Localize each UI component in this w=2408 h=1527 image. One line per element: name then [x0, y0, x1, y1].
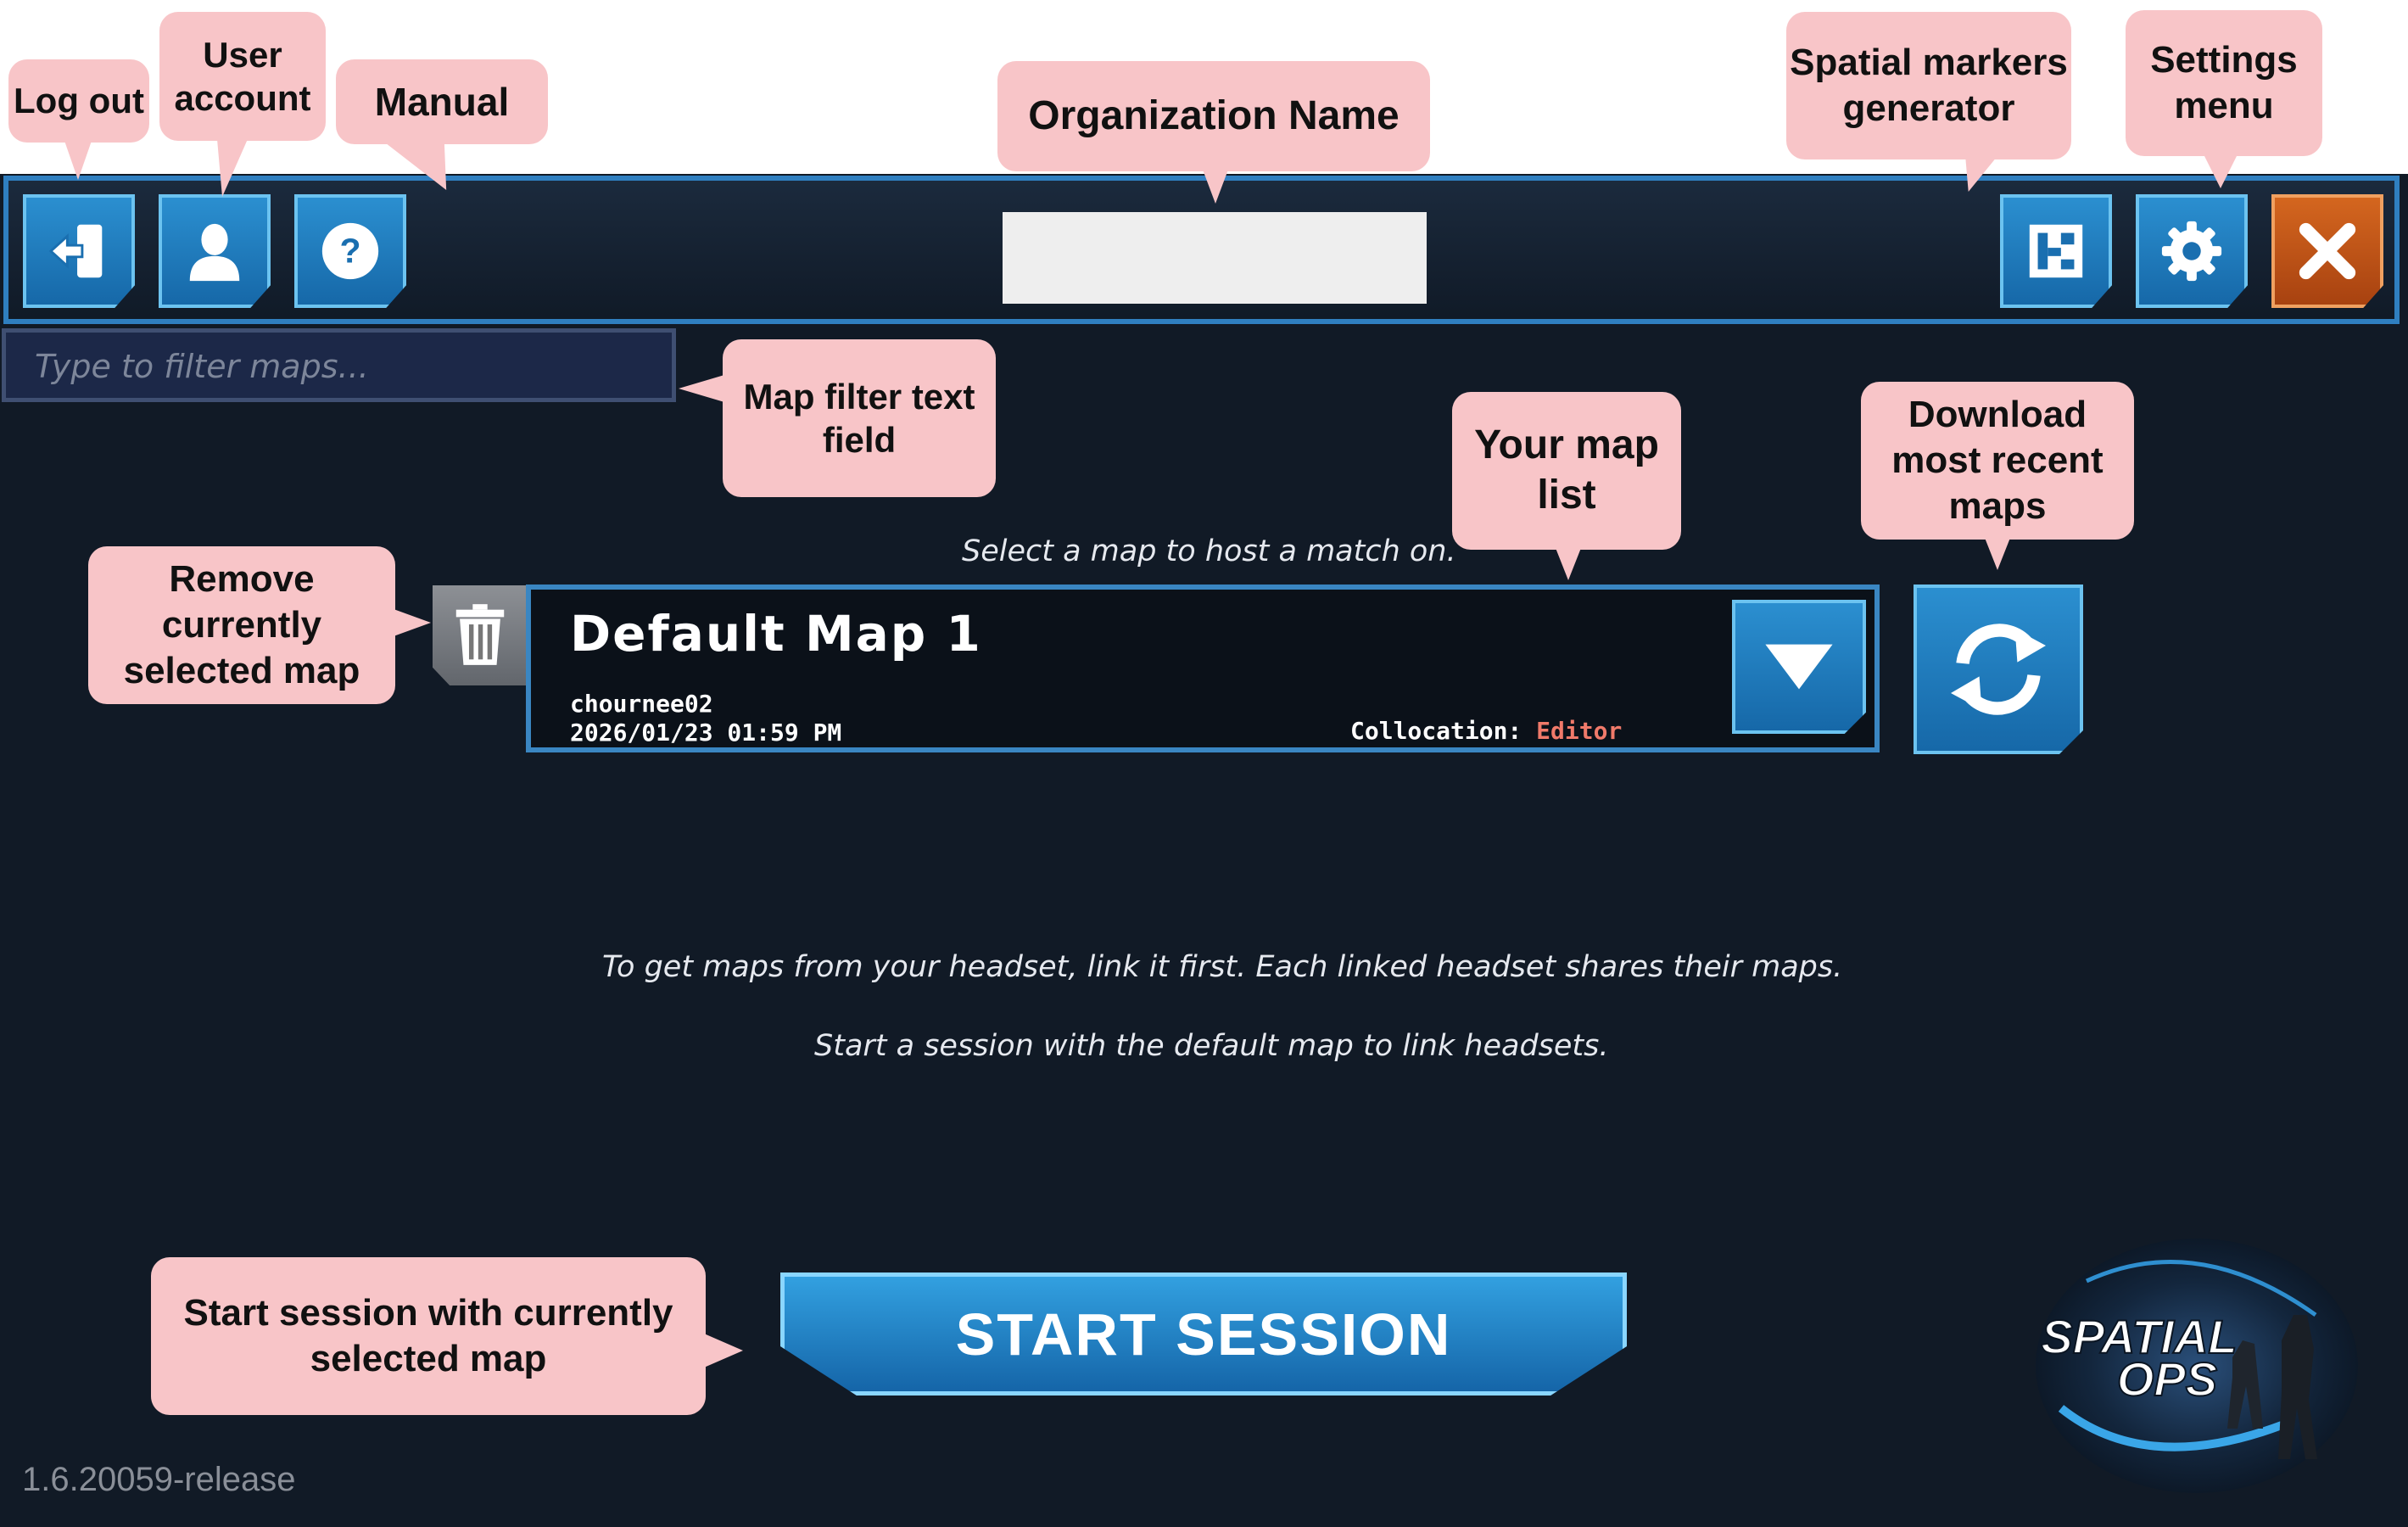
callout-manual-text: Manual: [374, 79, 510, 124]
callout-filter-text-1: Map filter text: [743, 376, 975, 417]
download-maps-button[interactable]: [1914, 585, 2083, 754]
callout-spatial-markers: Spatial markers generator: [1786, 12, 2071, 159]
map-dropdown-button[interactable]: [1732, 600, 1866, 734]
spatial-marker-icon: [2029, 224, 2083, 278]
map-filter-input[interactable]: Type to filter maps...: [2, 328, 676, 402]
callout-user-text-1: User: [203, 34, 282, 75]
callout-remove-text-1: Remove: [169, 558, 315, 601]
callout-maplist-text-2: list: [1537, 473, 1596, 517]
info-line-1: To get maps from your headset, link it f…: [602, 950, 1843, 984]
callout-settings-pointer: [2204, 154, 2238, 188]
callout-filter-text-2: field: [822, 420, 897, 460]
refresh-icon: [1951, 624, 2046, 715]
collocation-value: Editor: [1536, 717, 1623, 745]
chevron-down-icon: [1765, 644, 1833, 690]
callout-download-text-3: maps: [1948, 484, 2047, 527]
close-x-icon: [2299, 222, 2356, 280]
version-label: 1.6.20059-release: [22, 1461, 296, 1498]
user-icon: [189, 223, 240, 282]
callout-start-text-2: selected map: [310, 1338, 547, 1379]
callout-maplist-pointer: [1556, 548, 1581, 580]
collocation-label: Collocation:: [1350, 717, 1522, 745]
organization-name-field: [1003, 212, 1427, 304]
svg-text:?: ?: [339, 232, 360, 271]
logout-button[interactable]: [23, 194, 135, 308]
callout-settings-text-2: menu: [2174, 85, 2274, 126]
callout-markers-text-1: Spatial markers: [1790, 42, 2068, 84]
info-line-2: Start a session with the default map to …: [814, 1029, 1609, 1063]
question-icon: ?: [321, 222, 379, 280]
map-date: 2026/01/23 01:59 PM: [570, 719, 842, 747]
callout-logout-text: Log out: [14, 81, 144, 121]
callout-user-account: User account: [159, 12, 326, 141]
select-map-prompt: Select a map to host a match on.: [962, 534, 1456, 568]
map-collocation: Collocation: Editor: [1350, 717, 1622, 745]
callout-manual: Manual: [336, 59, 548, 144]
svg-text:OPS: OPS: [2117, 1352, 2217, 1406]
callout-remove-map: Remove currently selected map: [88, 546, 395, 704]
callout-start-session: Start session with currently selected ma…: [151, 1257, 706, 1415]
callout-org-pointer: [1203, 170, 1228, 204]
callout-user-text-2: account: [174, 78, 311, 118]
callout-settings-text-1: Settings: [2150, 39, 2298, 81]
callout-remove-text-2: currently: [161, 604, 322, 646]
callout-download-maps: Download most recent maps: [1861, 382, 2134, 540]
close-button[interactable]: [2271, 194, 2383, 308]
callout-logout-pointer: [64, 141, 92, 180]
callout-start-pointer: [704, 1334, 743, 1368]
map-filter-placeholder: Type to filter maps...: [35, 348, 369, 385]
map-list-selector[interactable]: Default Map 1 chournee02 2026/01/23 01:5…: [526, 585, 1880, 752]
callout-markers-text-2: generator: [1842, 87, 2015, 129]
callout-logout: Log out: [8, 59, 149, 143]
user-account-button[interactable]: [159, 194, 271, 308]
callout-remove-pointer: [394, 609, 431, 636]
callout-map-filter: Map filter text field: [723, 339, 996, 497]
callout-maplist-text-1: Your map: [1474, 422, 1659, 468]
spatial-ops-logo: SPATIAL OPS: [2002, 1222, 2358, 1502]
callout-download-pointer: [1985, 538, 2010, 570]
callout-remove-text-3: selected map: [123, 649, 360, 691]
settings-button[interactable]: [2136, 194, 2248, 308]
callout-map-list: Your map list: [1452, 392, 1681, 550]
manual-button[interactable]: ?: [294, 194, 406, 308]
callout-download-text-2: most recent: [1891, 439, 2104, 482]
logout-icon: [48, 224, 103, 278]
callout-organization-name: Organization Name: [997, 61, 1430, 171]
map-meta: chournee02 2026/01/23 01:59 PM: [570, 690, 841, 747]
callout-settings-menu: Settings menu: [2126, 10, 2322, 156]
callout-start-text-1: Start session with currently: [183, 1292, 673, 1334]
callout-filter-pointer: [679, 375, 724, 402]
callout-download-text-1: Download: [1908, 394, 2087, 436]
map-owner: chournee02: [570, 690, 713, 718]
trash-icon: [455, 604, 505, 665]
spatial-markers-button[interactable]: [2000, 194, 2112, 308]
remove-map-button[interactable]: [433, 585, 528, 685]
map-title: Default Map 1: [570, 605, 982, 663]
start-session-button[interactable]: START SESSION: [780, 1272, 1627, 1396]
gear-icon: [2161, 221, 2222, 282]
callout-org-text: Organization Name: [1028, 92, 1400, 138]
